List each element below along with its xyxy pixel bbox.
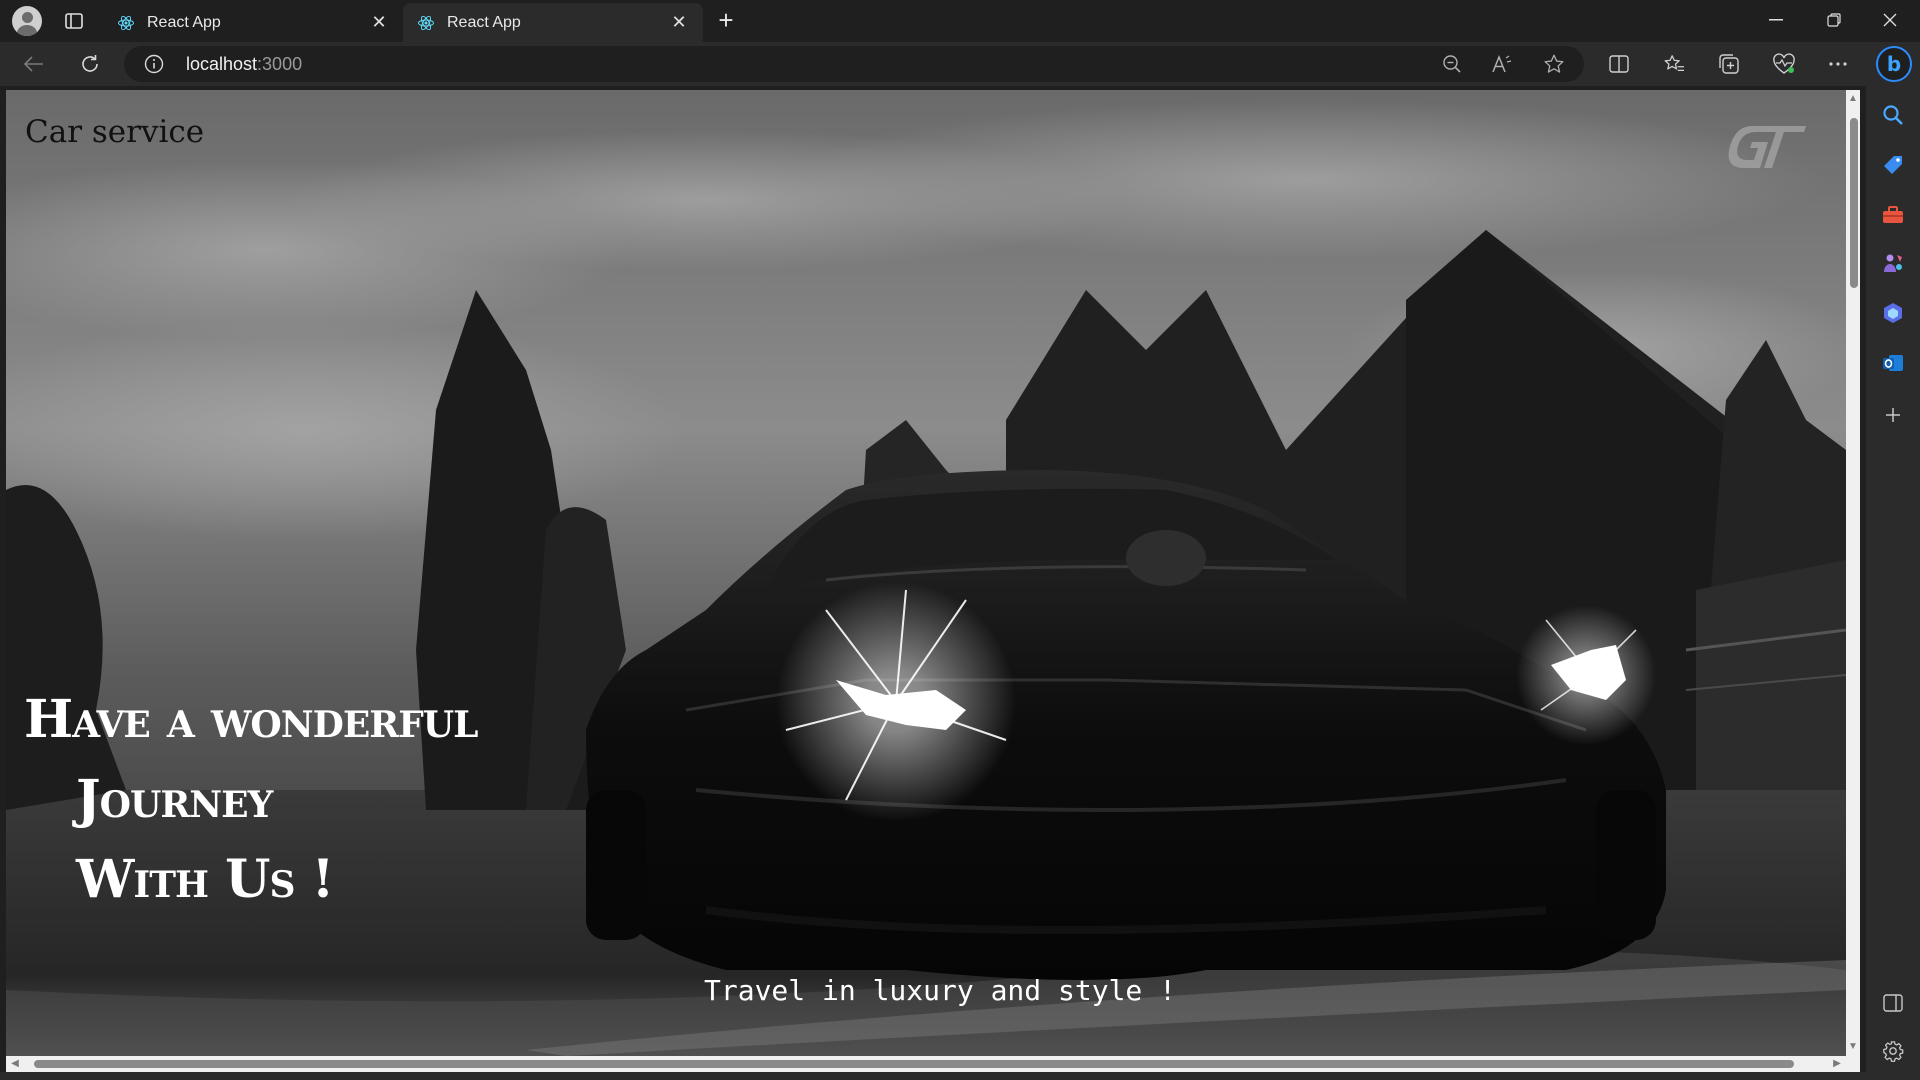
site-info-icon[interactable] xyxy=(144,54,164,74)
tagline: Travel in luxury and style ! xyxy=(704,974,1177,1007)
title-bar: React App ✕ React App ✕ + xyxy=(0,0,1920,42)
horizontal-scroll-thumb[interactable] xyxy=(34,1060,1794,1068)
tools-icon[interactable] xyxy=(1880,202,1906,228)
tab-react-app-1[interactable]: React App ✕ xyxy=(103,3,403,42)
back-icon[interactable] xyxy=(18,48,50,80)
address-bar[interactable]: localhost:3000 xyxy=(124,46,1584,82)
react-icon xyxy=(417,14,435,32)
headline-line-1: Have a wonderful xyxy=(24,689,478,750)
hero-headline: Have a wonderful Journey With Us ! xyxy=(24,680,478,920)
zoom-out-icon[interactable] xyxy=(1438,50,1466,78)
scrollbar-corner xyxy=(1846,1056,1860,1072)
outlook-icon[interactable] xyxy=(1880,350,1906,376)
scroll-right-icon[interactable]: ▶ xyxy=(1832,1059,1842,1069)
search-icon[interactable] xyxy=(1880,102,1906,128)
hide-sidebar-icon[interactable] xyxy=(1880,990,1906,1016)
add-icon[interactable] xyxy=(1880,402,1906,428)
brand-title[interactable]: Car service xyxy=(25,114,204,150)
tab-label: React App xyxy=(447,13,521,31)
read-aloud-icon[interactable] xyxy=(1488,50,1516,78)
headline-line-2: Journey xyxy=(76,769,273,830)
vertical-scrollbar[interactable]: ▲ ▼ xyxy=(1846,90,1860,1056)
react-icon xyxy=(117,14,135,32)
restore-button[interactable] xyxy=(1806,0,1862,40)
games-icon[interactable] xyxy=(1880,250,1906,276)
collections-icon[interactable] xyxy=(1713,48,1745,80)
microsoft-365-icon[interactable] xyxy=(1880,300,1906,326)
horizontal-scrollbar[interactable]: ◀ ▶ xyxy=(6,1056,1846,1072)
close-icon[interactable]: ✕ xyxy=(669,12,689,33)
close-window-button[interactable] xyxy=(1862,0,1918,40)
new-tab-button[interactable]: + xyxy=(712,7,740,35)
settings-gear-icon[interactable] xyxy=(1880,1038,1906,1064)
close-icon[interactable]: ✕ xyxy=(369,12,389,33)
favorite-star-icon[interactable] xyxy=(1540,50,1568,78)
shopping-tag-icon[interactable] xyxy=(1880,152,1906,178)
refresh-icon[interactable] xyxy=(74,48,106,80)
scroll-left-icon[interactable]: ◀ xyxy=(10,1059,20,1069)
gt-logo-icon xyxy=(1728,126,1806,168)
profile-avatar[interactable] xyxy=(12,6,42,36)
tab-label: React App xyxy=(147,13,221,31)
split-screen-icon[interactable] xyxy=(1603,48,1635,80)
tab-react-app-2[interactable]: React App ✕ xyxy=(403,3,703,42)
window-bottom-edge xyxy=(0,1072,1866,1080)
favorites-icon[interactable] xyxy=(1658,48,1690,80)
browser-essentials-icon[interactable] xyxy=(1768,48,1800,80)
sidebar-rail: b xyxy=(1866,42,1920,1080)
vertical-scroll-thumb[interactable] xyxy=(1850,118,1858,288)
url-text: localhost:3000 xyxy=(186,54,303,74)
minimize-button[interactable] xyxy=(1748,0,1804,40)
headline-line-3: With Us ! xyxy=(76,849,334,910)
page-viewport: Car service Have a wonderful Journey Wit… xyxy=(6,90,1846,1056)
more-options-icon[interactable] xyxy=(1822,48,1854,80)
scroll-up-icon[interactable]: ▲ xyxy=(1848,94,1858,104)
tab-actions-icon[interactable] xyxy=(62,9,86,33)
scroll-down-icon[interactable]: ▼ xyxy=(1848,1042,1858,1052)
copilot-icon[interactable]: b xyxy=(1876,46,1912,82)
toolbar: localhost:3000 xyxy=(0,42,1920,86)
